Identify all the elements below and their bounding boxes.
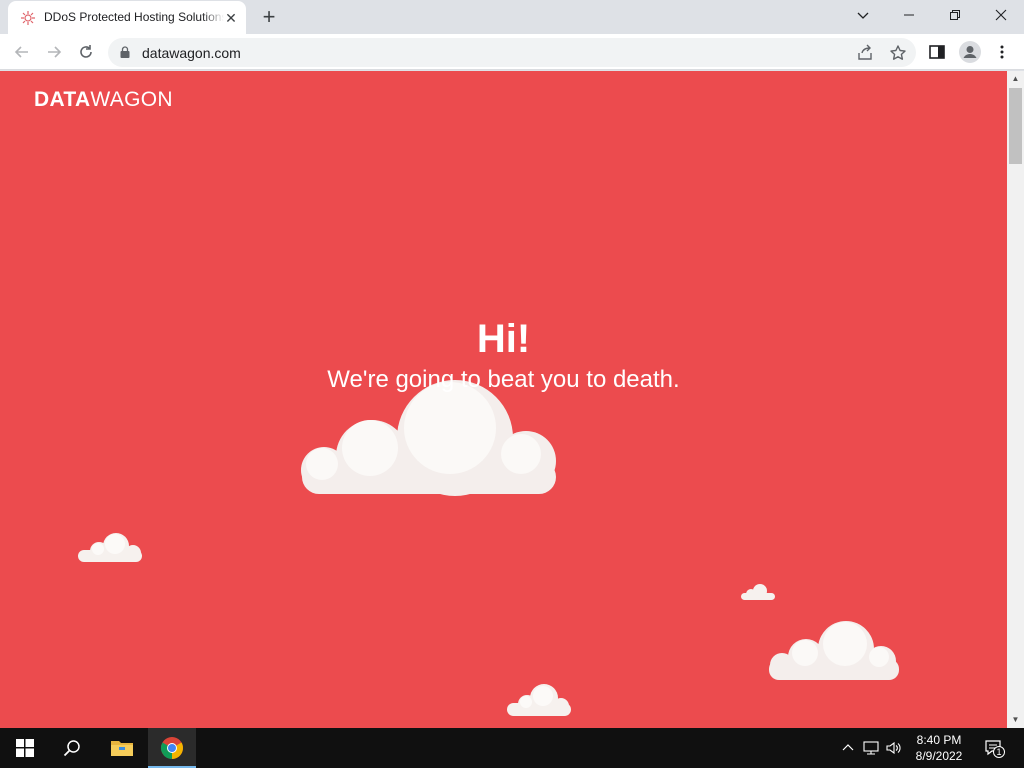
logo-bold-text: DATA [34,88,91,111]
clock-date: 8/9/2022 [915,749,963,763]
medium-cloud-right [769,621,899,680]
new-tab-button[interactable]: + [258,6,280,28]
datawagon-favicon-icon [21,11,35,25]
notification-count-badge: 1 [993,746,1005,758]
small-cloud-left [78,533,142,562]
chrome-taskbar-button[interactable] [148,728,196,768]
volume-icon[interactable] [884,738,904,758]
network-icon[interactable] [861,738,881,758]
small-cloud-bottom [507,684,571,716]
restore-button[interactable] [932,0,978,32]
chrome-icon [161,737,183,759]
notifications-icon[interactable]: 1 [982,738,1006,758]
profile-avatar-icon[interactable] [958,40,982,64]
tab-strip: DDoS Protected Hosting Solutions ✕ + [0,0,1024,34]
datawagon-logo[interactable]: DATAWAGON [34,88,173,112]
windows-logo-icon [16,739,34,757]
search-button[interactable] [48,728,96,768]
tab-datawagon[interactable]: DDoS Protected Hosting Solutions ✕ [8,1,246,34]
start-button[interactable] [0,728,48,768]
tab-close-icon[interactable]: ✕ [222,9,240,27]
system-clock[interactable]: 8:40 PM 8/9/2022 [906,732,972,764]
side-panel-icon[interactable] [928,43,946,61]
headline-text: Hi! [476,317,531,361]
browser-toolbar: datawagon.com [0,34,1024,70]
page-viewport: DATAWAGON Hi! We're going to beat you to… [0,71,1007,728]
logo-light-text: WAGON [90,88,173,111]
tab-title: DDoS Protected Hosting Solutions [44,10,224,25]
page-scrollbar[interactable]: ▲ ▼ [1007,71,1024,728]
windows-taskbar: 8:40 PM 8/9/2022 1 [0,728,1024,768]
file-explorer-button[interactable] [98,728,146,768]
clock-time: 8:40 PM [916,733,962,747]
show-hidden-icons-chevron-icon[interactable] [838,738,858,758]
subline-text: We're going to beat you to death. [327,366,680,393]
forward-button[interactable] [40,38,68,66]
scroll-down-arrow-icon[interactable]: ▼ [1007,712,1024,728]
lock-icon[interactable] [120,46,130,58]
scroll-up-arrow-icon[interactable]: ▲ [1007,71,1024,87]
tab-search-icon[interactable] [840,0,886,32]
tiny-cloud [741,584,775,600]
folder-icon [111,741,133,756]
search-icon [63,740,80,757]
close-window-button[interactable] [978,0,1024,32]
scroll-thumb[interactable] [1009,88,1022,164]
reload-button[interactable] [72,38,100,66]
url-text[interactable]: datawagon.com [142,45,241,61]
minimize-button[interactable] [886,0,932,32]
back-button[interactable] [8,38,36,66]
share-icon[interactable] [856,44,874,62]
bookmark-star-icon[interactable] [889,44,907,62]
more-menu-icon[interactable] [993,43,1011,61]
address-bar[interactable]: datawagon.com [108,38,916,67]
